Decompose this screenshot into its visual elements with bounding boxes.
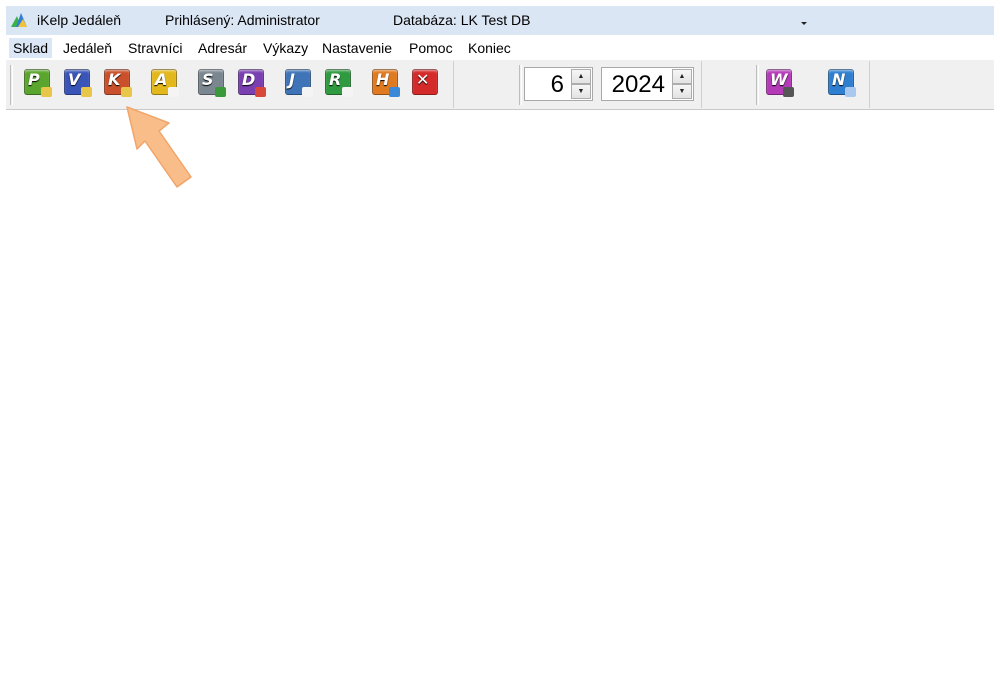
toolbar-band-modules: P V K A S D J R H ✕ xyxy=(6,61,454,108)
toolbar-grip[interactable] xyxy=(756,65,759,105)
module-h-button[interactable]: H xyxy=(370,67,400,97)
module-s-button[interactable]: S xyxy=(196,67,226,97)
menu-nastavenie[interactable]: Nastavenie xyxy=(318,38,396,58)
menu-koniec[interactable]: Koniec xyxy=(464,38,515,58)
module-j-button[interactable]: J xyxy=(283,67,313,97)
month-value: 6 xyxy=(550,71,564,98)
year-increase-arrow-icon[interactable]: ▲ xyxy=(672,69,692,84)
menu-stravnici[interactable]: Stravníci xyxy=(124,38,186,58)
close-icon-button[interactable]: ✕ xyxy=(410,67,440,97)
toolbar-grip[interactable] xyxy=(519,65,522,105)
app-logo-icon xyxy=(11,13,27,27)
menu-jedalen[interactable]: Jedáleň xyxy=(59,38,116,58)
toolbar-band-period: 6 ▲ ▼ 2024 ▲ ▼ xyxy=(515,61,702,108)
toolbar-grip[interactable] xyxy=(10,65,13,105)
month-spinner[interactable]: 6 ▲ ▼ xyxy=(524,67,593,101)
module-a-button[interactable]: A xyxy=(149,67,179,97)
pointer-arrow-icon xyxy=(126,106,192,188)
module-v-button[interactable]: V xyxy=(62,67,92,97)
year-decrease-arrow-icon[interactable]: ▼ xyxy=(672,84,692,99)
logged-user-label: Prihlásený: Administrator xyxy=(165,12,320,28)
module-k-button[interactable]: K xyxy=(102,67,132,97)
module-r-button[interactable]: R xyxy=(323,67,353,97)
year-spinner[interactable]: 2024 ▲ ▼ xyxy=(601,67,694,101)
menu-bar: Sklad Jedáleň Stravníci Adresár Výkazy N… xyxy=(6,35,994,60)
toolbar-band-extra: W N xyxy=(752,61,870,108)
toolbar: P V K A S D J R H ✕ 6 ▲ ▼ 2024 ▲ ▼ W N xyxy=(6,60,994,110)
module-n-button[interactable]: N xyxy=(826,67,856,97)
module-p-button[interactable]: P xyxy=(22,67,52,97)
database-label: Databáza: LK Test DB xyxy=(393,12,531,28)
month-decrease-arrow-icon[interactable]: ▼ xyxy=(571,84,591,99)
module-w-button[interactable]: W xyxy=(764,67,794,97)
menu-vykazy[interactable]: Výkazy xyxy=(259,38,312,58)
app-title: iKelp Jedáleň xyxy=(37,12,122,28)
month-increase-arrow-icon[interactable]: ▲ xyxy=(571,69,591,84)
menu-adresar[interactable]: Adresár xyxy=(194,38,251,58)
module-d-button[interactable]: D xyxy=(236,67,266,97)
title-bar: iKelp Jedáleň Prihlásený: Administrator … xyxy=(6,6,994,35)
year-value: 2024 xyxy=(611,71,665,98)
menu-sklad[interactable]: Sklad xyxy=(9,38,53,58)
dropdown-arrow-icon[interactable] xyxy=(797,16,811,30)
menu-pomoc[interactable]: Pomoc xyxy=(405,38,457,58)
